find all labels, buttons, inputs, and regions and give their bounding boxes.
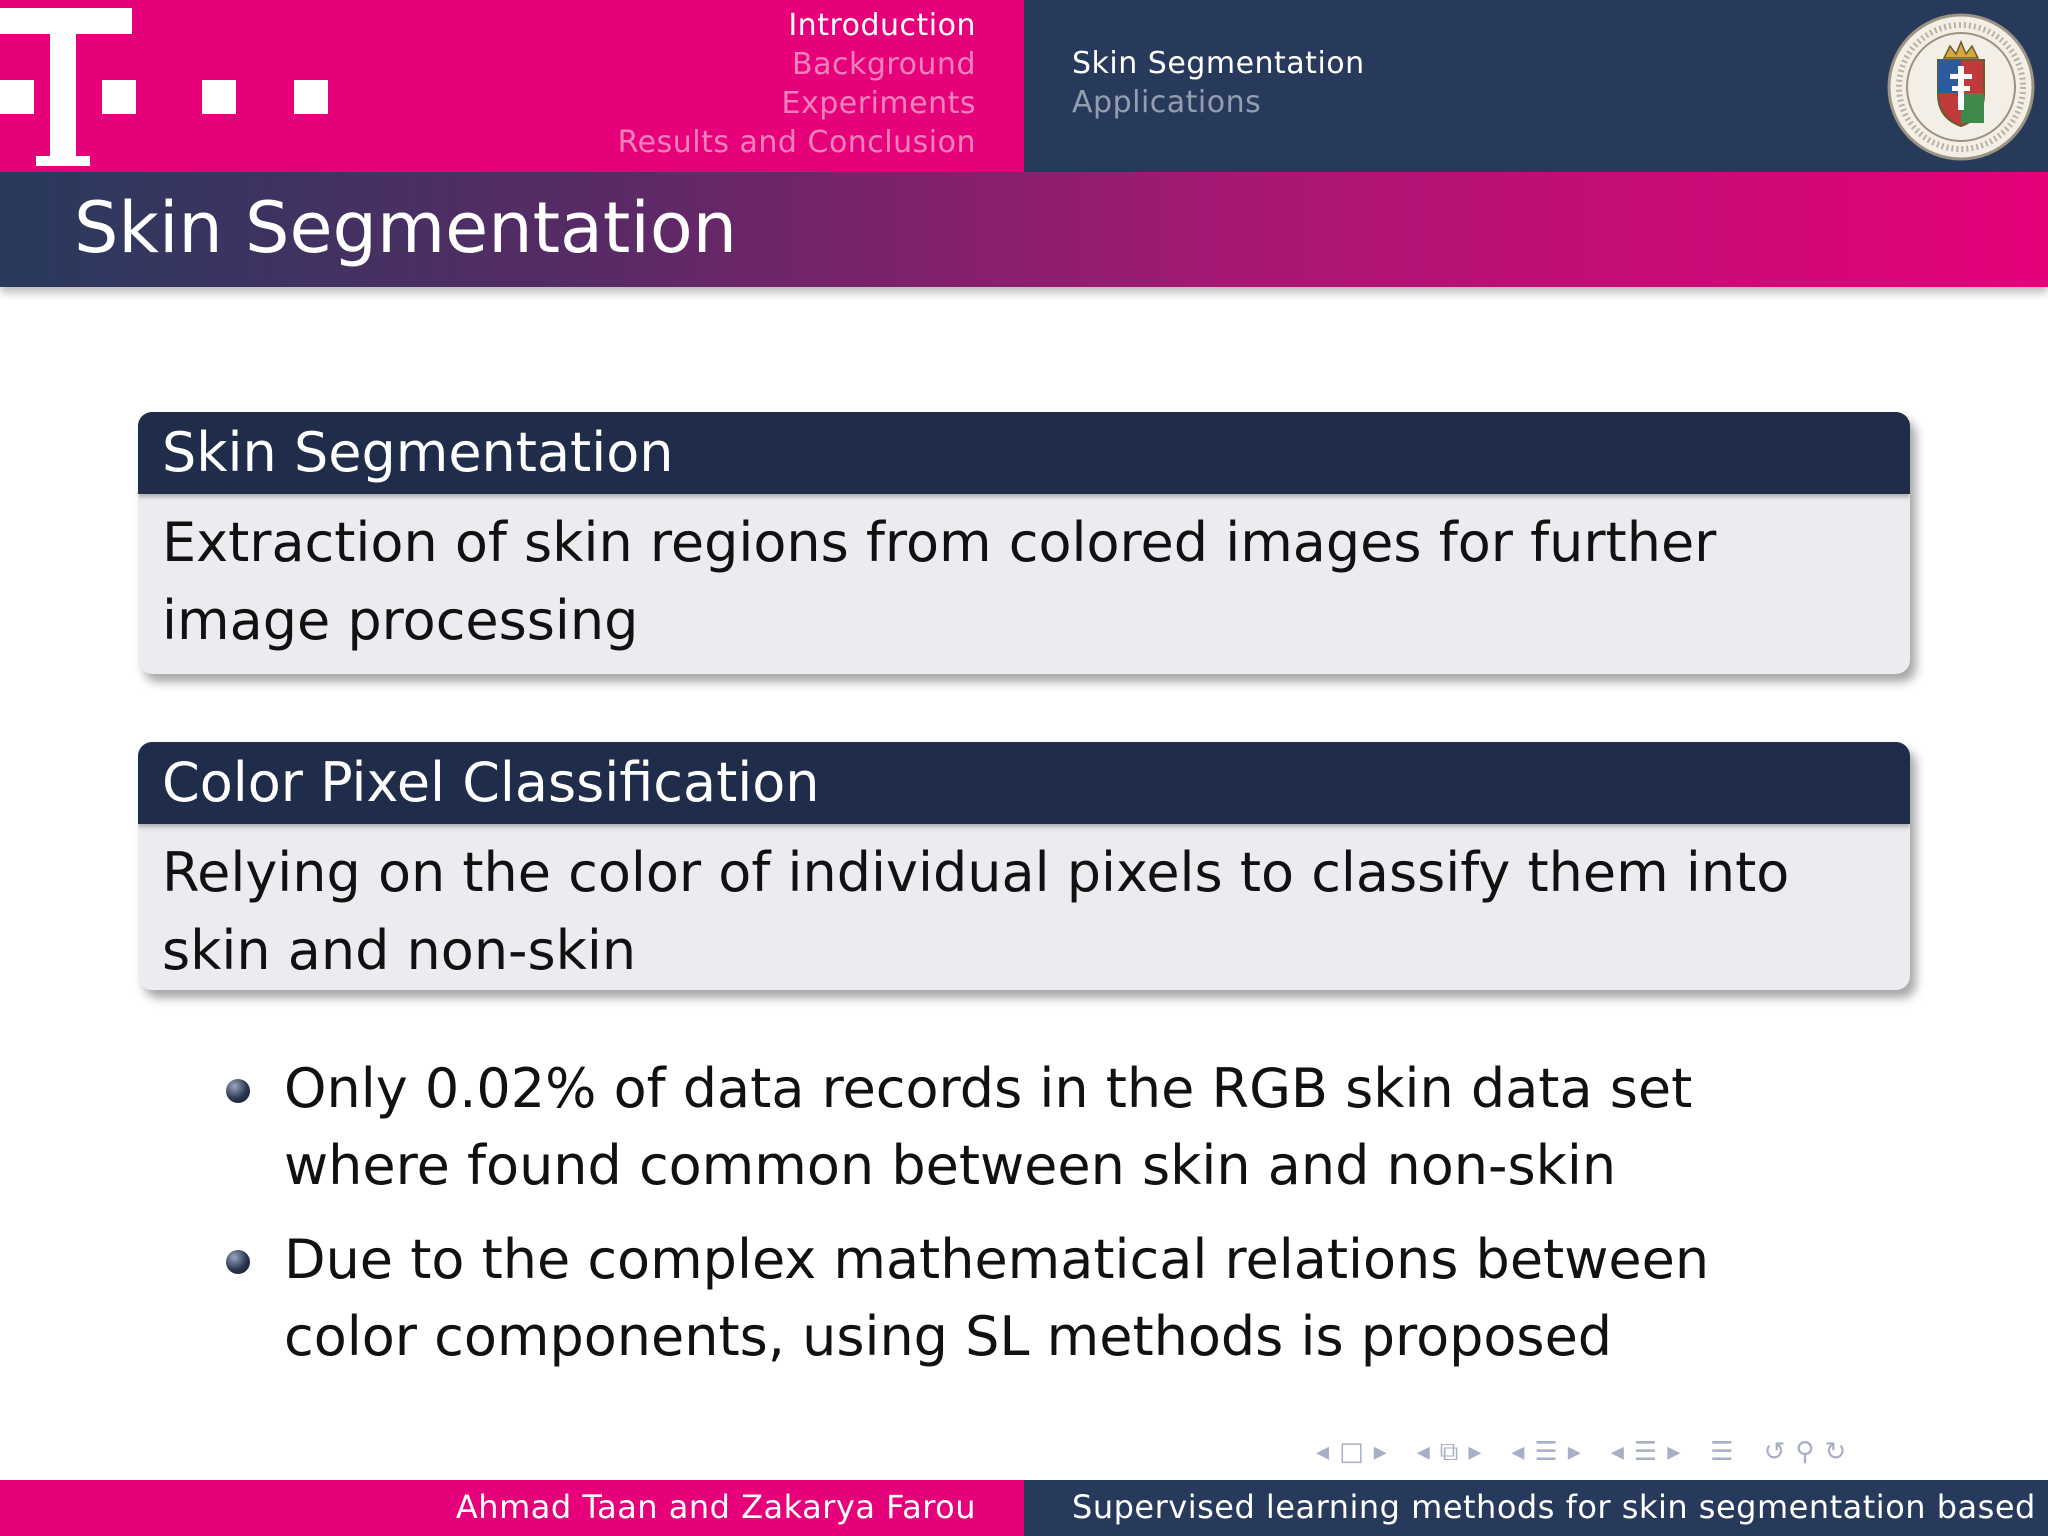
block-body: Extraction of skin regions from colored …: [162, 511, 1717, 652]
bullet-list: Only 0.02% of data records in the RGB sk…: [218, 1050, 1838, 1392]
header: Introduction Background Experiments Resu…: [0, 0, 2048, 172]
slide-icon[interactable]: □: [1339, 1437, 1364, 1467]
block-body: Relying on the color of individual pixel…: [162, 841, 1790, 982]
section-icon[interactable]: ☰: [1634, 1437, 1657, 1467]
frame-title: Skin Segmentation: [74, 187, 738, 269]
list-item: Only 0.02% of data records in the RGB sk…: [218, 1050, 1838, 1204]
subsection-icon[interactable]: ☰: [1534, 1437, 1557, 1467]
subsection-navigation: Skin Segmentation Applications: [1072, 44, 1365, 122]
nav-subsection-applications[interactable]: Applications: [1072, 83, 1365, 122]
search-icon[interactable]: ⚲: [1795, 1437, 1814, 1467]
block-title: Skin Segmentation: [138, 412, 1910, 494]
nav-section-introduction[interactable]: Introduction: [618, 6, 976, 45]
block-title: Color Pixel Classification: [138, 742, 1910, 824]
nav-section-results-and-conclusion[interactable]: Results and Conclusion: [618, 123, 976, 162]
document-icon[interactable]: ☰: [1710, 1437, 1733, 1467]
frame-title-bar: Skin Segmentation: [0, 172, 2048, 287]
footer-talk-title: Supervised learning methods for skin seg…: [1072, 1488, 2048, 1526]
bullet-ball-icon: [226, 1250, 250, 1274]
header-left-panel: Introduction Background Experiments Resu…: [0, 0, 1024, 172]
next-frame-arrow-icon[interactable]: ▸: [1468, 1437, 1481, 1467]
university-seal-icon: [1887, 13, 2035, 161]
back-icon[interactable]: ↺: [1764, 1437, 1786, 1467]
header-right-panel: Skin Segmentation Applications: [1024, 0, 2048, 172]
frame-icon[interactable]: ⧉: [1440, 1437, 1459, 1468]
footer: Ahmad Taan and Zakarya Farou Supervised …: [0, 1480, 2048, 1536]
prev-subsection-arrow-icon[interactable]: ◂: [1511, 1437, 1524, 1467]
list-item: Due to the complex mathematical relation…: [218, 1221, 1838, 1375]
forward-icon[interactable]: ↻: [1824, 1437, 1846, 1467]
definition-block-skin-segmentation: Skin Segmentation Extraction of skin reg…: [138, 412, 1910, 674]
nav-section-experiments[interactable]: Experiments: [618, 84, 976, 123]
navigation-symbols: ◂ □ ▸ ◂ ⧉ ▸ ◂ ☰ ▸ ◂ ☰ ▸ ☰ ↺ ⚲ ↻: [1316, 1434, 2036, 1470]
bullet-text: Only 0.02% of data records in the RGB sk…: [284, 1057, 1693, 1197]
nav-section-background[interactable]: Background: [618, 45, 976, 84]
next-section-arrow-icon[interactable]: ▸: [1667, 1437, 1680, 1467]
prev-section-arrow-icon[interactable]: ◂: [1611, 1437, 1624, 1467]
bullet-ball-icon: [226, 1079, 250, 1103]
bullet-text: Due to the complex mathematical relation…: [284, 1228, 1710, 1368]
footer-left-panel: Ahmad Taan and Zakarya Farou: [0, 1480, 1024, 1536]
section-navigation: Introduction Background Experiments Resu…: [618, 6, 976, 162]
prev-slide-arrow-icon[interactable]: ◂: [1316, 1437, 1329, 1467]
next-slide-arrow-icon[interactable]: ▸: [1374, 1437, 1387, 1467]
definition-block-color-pixel-classification: Color Pixel Classification Relying on th…: [138, 742, 1910, 990]
footer-authors: Ahmad Taan and Zakarya Farou: [455, 1488, 976, 1526]
nav-subsection-skin-segmentation[interactable]: Skin Segmentation: [1072, 44, 1365, 83]
footer-right-panel: Supervised learning methods for skin seg…: [1024, 1480, 2048, 1536]
next-subsection-arrow-icon[interactable]: ▸: [1568, 1437, 1581, 1467]
prev-frame-arrow-icon[interactable]: ◂: [1417, 1437, 1430, 1467]
